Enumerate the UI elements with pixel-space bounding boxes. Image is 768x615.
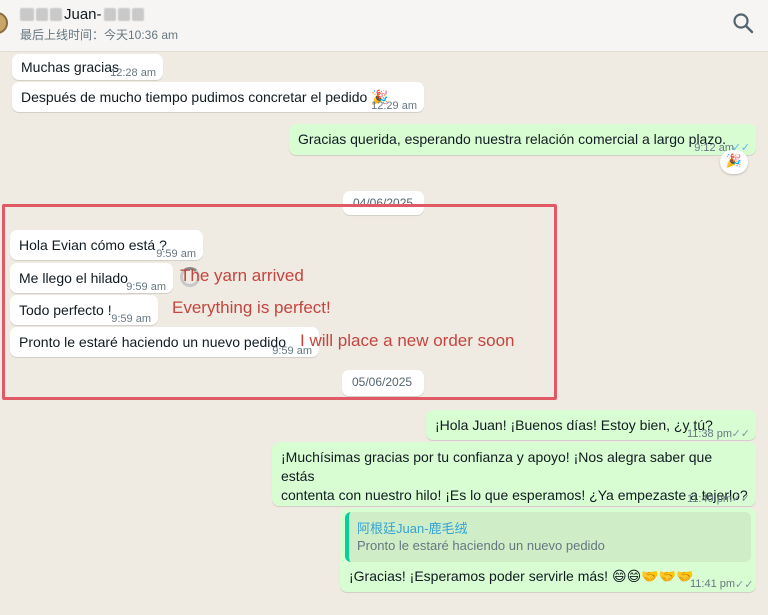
message-time: 11:41 pm <box>690 578 736 590</box>
annotation-yarn-arrived: The yarn arrived <box>180 266 304 285</box>
last-seen-status: 最后上线时间：今天10:36 am <box>20 28 179 42</box>
message-incoming[interactable]: Todo perfecto ! 9:59 am <box>10 295 158 325</box>
message-text: ¡Hola Juan! ¡Buenos días! Estoy bien, ¿y… <box>435 417 713 433</box>
message-incoming[interactable]: Muchas gracias 12:28 am <box>12 54 163 80</box>
emoji-row: 😄😄🤝🤝🤝 <box>611 569 694 585</box>
message-time: 9:59 am <box>156 248 196 260</box>
chat-header: Juan- 最后上线时间：今天10:36 am <box>0 0 768 52</box>
contact-name-text: Juan- <box>64 6 102 23</box>
message-text-content: ¡Gracias! ¡Esperamos poder servirle más! <box>349 568 609 584</box>
quoted-text: Pronto le estaré haciendo un nuevo pedid… <box>357 538 605 553</box>
message-outgoing[interactable]: ¡Muchísimas gracias por tu confianza y a… <box>272 442 756 506</box>
message-incoming[interactable]: Hola Evian cómo está ? 9:59 am <box>10 230 203 260</box>
message-text: ¡Gracias! ¡Esperamos poder servirle más!… <box>349 568 693 585</box>
read-receipt-icon: ✓✓ <box>731 493 750 505</box>
blurred-text <box>131 8 144 21</box>
message-text: Todo perfecto ! <box>19 302 112 318</box>
blurred-text <box>117 8 130 21</box>
search-icon[interactable] <box>732 12 754 34</box>
avatar[interactable] <box>0 12 8 34</box>
message-text: Muchas gracias <box>21 59 120 75</box>
message-time: 12:29 am <box>371 100 417 112</box>
blurred-text <box>20 8 34 21</box>
message-text: Me llego el hilado <box>19 270 128 286</box>
quoted-message[interactable]: 阿根廷Juan-鹿毛绒 Pronto le estaré haciendo un… <box>345 512 751 562</box>
reaction-emoji[interactable]: 🎉 <box>720 150 748 174</box>
read-receipt-icon: ✓✓ <box>735 579 754 591</box>
message-text-line: ¡Muchísimas gracias por tu confianza y a… <box>281 449 713 484</box>
message-incoming[interactable]: Me llego el hilado 9:59 am <box>10 263 173 293</box>
contact-name[interactable]: Juan- <box>20 6 144 23</box>
message-text: Después de mucho tiempo pudimos concreta… <box>21 89 368 105</box>
message-time: 11:40 pm <box>686 493 732 505</box>
message-text: Gracias querida, esperando nuestra relac… <box>298 131 727 147</box>
message-outgoing[interactable]: Gracias querida, esperando nuestra relac… <box>289 124 756 155</box>
annotation-new-order: I will place a new order soon <box>300 331 515 350</box>
blurred-text <box>103 8 116 21</box>
blurred-text <box>50 8 62 21</box>
quoted-author: 阿根廷Juan-鹿毛绒 <box>357 521 468 536</box>
message-incoming[interactable]: Pronto le estaré haciendo un nuevo pedid… <box>10 327 319 357</box>
message-text: Pronto le estaré haciendo un nuevo pedid… <box>19 334 286 350</box>
blurred-text <box>36 8 48 21</box>
message-text: Hola Evian cómo está ? <box>19 237 167 253</box>
message-incoming[interactable]: Después de mucho tiempo pudimos concreta… <box>12 82 424 112</box>
annotation-everything-perfect: Everything is perfect! <box>172 298 331 317</box>
message-text-line: contenta con nuestro hilo! ¡Es lo que es… <box>281 487 748 503</box>
date-chip: 05/06/2025 <box>342 370 424 396</box>
message-time: 12:28 am <box>110 67 156 79</box>
message-outgoing[interactable]: ¡Hola Juan! ¡Buenos días! Estoy bien, ¿y… <box>426 410 756 440</box>
